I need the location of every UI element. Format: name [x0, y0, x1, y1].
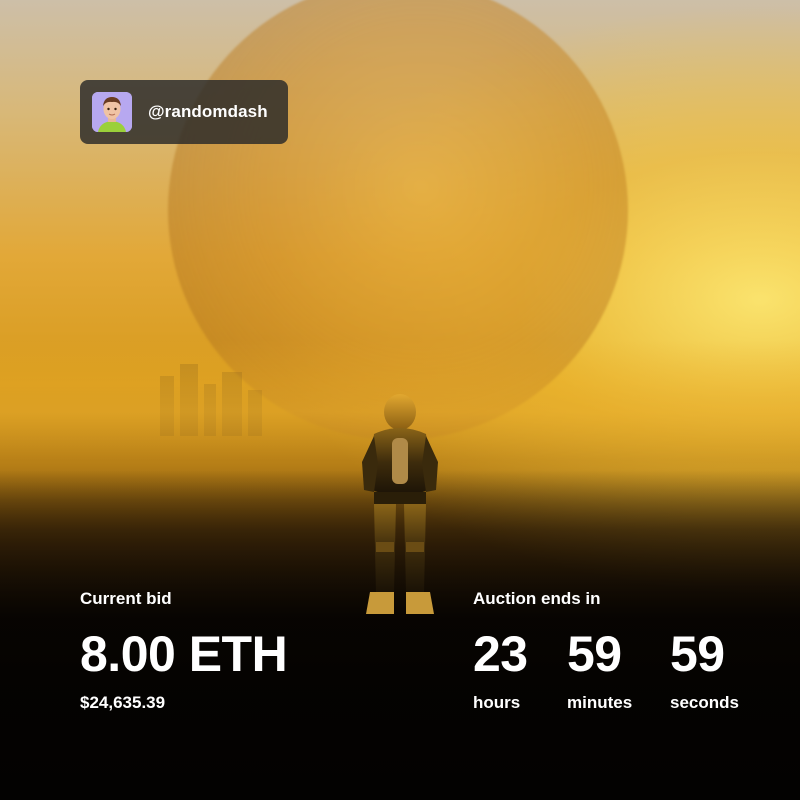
avatar-icon	[92, 92, 132, 132]
current-bid-usd: $24,635.39	[80, 693, 166, 712]
countdown-minutes: 59 minutes	[567, 626, 632, 714]
countdown-seconds-value: 59	[670, 626, 725, 682]
countdown-minutes-value: 59	[567, 626, 622, 682]
astronaut-figure	[362, 394, 438, 614]
countdown-seconds-label: seconds	[670, 693, 739, 712]
countdown-timer: 23 hours 59 minutes 59 seconds	[473, 626, 773, 726]
current-bid-section: Current bid 8.00 ETH $24,635.39	[80, 588, 288, 714]
current-bid-amount: 8.00 ETH	[80, 626, 288, 682]
countdown-minutes-label: minutes	[567, 693, 633, 712]
countdown-hours-label: hours	[473, 693, 521, 712]
auction-countdown-section: Auction ends in 23 hours 59 minutes 59 s…	[473, 588, 773, 726]
profile-chip[interactable]: @randomdash	[80, 80, 288, 144]
auction-ends-label: Auction ends in	[473, 589, 601, 608]
nft-auction-card: @randomdash Current bid 8.00 ETH $24,635…	[0, 0, 800, 800]
countdown-hours-value: 23	[473, 626, 528, 682]
current-bid-label: Current bid	[80, 589, 172, 608]
countdown-seconds: 59 seconds	[670, 626, 739, 714]
countdown-hours: 23 hours	[473, 626, 528, 714]
profile-handle: @randomdash	[148, 102, 268, 121]
